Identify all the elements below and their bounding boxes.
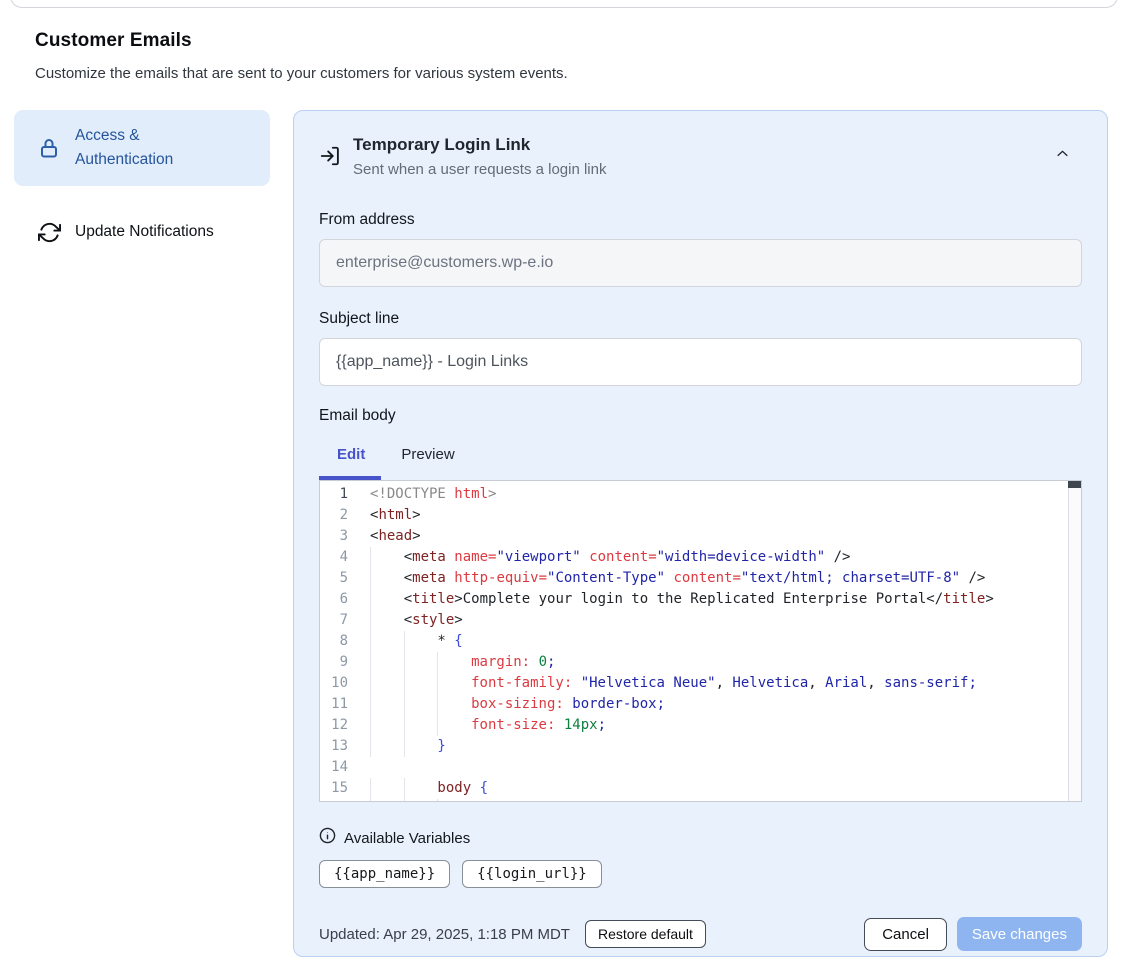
indent-guide	[370, 715, 404, 736]
line-number: 5	[320, 568, 348, 589]
subject-line-input[interactable]	[319, 338, 1082, 386]
indent-guide	[437, 673, 471, 694]
indent-guide	[404, 799, 438, 802]
indent-guide	[404, 694, 438, 715]
indent-guide	[370, 589, 404, 610]
page-subtitle: Customize the emails that are sent to yo…	[35, 65, 568, 82]
indent-guide	[370, 694, 404, 715]
tab-preview[interactable]: Preview	[383, 442, 472, 476]
code-line[interactable]: 10font-family: "Helvetica Neue", Helveti…	[320, 673, 1081, 694]
tab-edit[interactable]: Edit	[319, 442, 383, 476]
code-line[interactable]: 8* {	[320, 631, 1081, 652]
line-number: 12	[320, 715, 348, 736]
code-line[interactable]: 9margin: 0;	[320, 652, 1081, 673]
line-number: 1	[320, 484, 348, 505]
sidebar-item-update-notifications[interactable]: Update Notifications	[14, 206, 270, 258]
editor-scrollbar[interactable]	[1068, 481, 1081, 801]
code-line[interactable]: 2<html>	[320, 505, 1081, 526]
previous-card-bottom-edge	[10, 0, 1118, 8]
panel-header: Temporary Login Link Sent when a user re…	[319, 135, 1082, 178]
line-number: 16	[320, 799, 348, 802]
page-title: Customer Emails	[35, 30, 568, 52]
code-line[interactable]: 13}	[320, 736, 1081, 757]
line-number: 7	[320, 610, 348, 631]
indent-guide	[437, 799, 471, 802]
code-line[interactable]: 16background-color: #f6f6f6;	[320, 799, 1081, 802]
variable-chip[interactable]: {{login_url}}	[462, 860, 602, 888]
updated-timestamp: Updated: Apr 29, 2025, 1:18 PM MDT	[319, 926, 570, 943]
line-number: 8	[320, 631, 348, 652]
indent-guide	[404, 736, 438, 757]
line-number: 6	[320, 589, 348, 610]
line-number: 13	[320, 736, 348, 757]
editor-tabs: EditPreview	[319, 442, 1082, 476]
from-address-input[interactable]	[319, 239, 1082, 287]
refresh-icon	[37, 220, 61, 244]
variable-chips: {{app_name}} {{login_url}}	[319, 860, 1082, 888]
scrollbar-thumb[interactable]	[1068, 481, 1081, 488]
indent-guide	[370, 652, 404, 673]
sidebar: Access & Authentication Update Notificati…	[14, 110, 270, 258]
indent-guide	[404, 631, 438, 652]
cancel-button[interactable]: Cancel	[864, 918, 947, 951]
available-variables-label: Available Variables	[344, 830, 470, 847]
indent-guide	[370, 778, 404, 799]
line-number: 4	[320, 547, 348, 568]
code-line[interactable]: 1<!DOCTYPE html>	[320, 484, 1081, 505]
email-body-label: Email body	[319, 407, 1082, 425]
restore-default-button[interactable]: Restore default	[585, 920, 706, 948]
sidebar-item-access-authentication[interactable]: Access & Authentication	[14, 110, 270, 186]
code-editor[interactable]: 1<!DOCTYPE html>2<html>3<head>4<meta nam…	[319, 480, 1082, 802]
code-line[interactable]: 3<head>	[320, 526, 1081, 547]
indent-guide	[437, 715, 471, 736]
panel-footer: Updated: Apr 29, 2025, 1:18 PM MDT Resto…	[319, 917, 1082, 951]
code-line[interactable]: 4<meta name="viewport" content="width=de…	[320, 547, 1081, 568]
line-number: 3	[320, 526, 348, 547]
code-line[interactable]: 15body {	[320, 778, 1081, 799]
page-header: Customer Emails Customize the emails tha…	[35, 30, 568, 82]
line-number: 2	[320, 505, 348, 526]
available-variables-row: Available Variables	[319, 827, 1082, 849]
indent-guide	[437, 652, 471, 673]
info-icon	[319, 827, 336, 849]
sidebar-item-label: Access & Authentication	[75, 124, 201, 172]
line-number: 11	[320, 694, 348, 715]
indent-guide	[370, 673, 404, 694]
code-line[interactable]: 11box-sizing: border-box;	[320, 694, 1081, 715]
indent-guide	[437, 694, 471, 715]
indent-guide	[370, 799, 404, 802]
section-subtitle: Sent when a user requests a login link	[353, 161, 606, 178]
indent-guide	[404, 673, 438, 694]
indent-guide	[370, 547, 404, 568]
subject-line-label: Subject line	[319, 310, 1082, 328]
indent-guide	[370, 736, 404, 757]
code-line[interactable]: 6<title>Complete your login to the Repli…	[320, 589, 1081, 610]
code-line[interactable]: 5<meta http-equiv="Content-Type" content…	[320, 568, 1081, 589]
variable-chip[interactable]: {{app_name}}	[319, 860, 450, 888]
email-settings-panel: Temporary Login Link Sent when a user re…	[293, 110, 1108, 957]
chevron-up-icon	[1055, 146, 1070, 164]
code-line[interactable]: 14	[320, 757, 1081, 778]
line-number: 10	[320, 673, 348, 694]
indent-guide	[404, 652, 438, 673]
save-changes-button[interactable]: Save changes	[957, 917, 1082, 951]
line-number: 9	[320, 652, 348, 673]
indent-guide	[404, 778, 438, 799]
collapse-section-button[interactable]	[1050, 143, 1074, 167]
code-line[interactable]: 7<style>	[320, 610, 1081, 631]
line-number: 15	[320, 778, 348, 799]
lock-icon	[37, 136, 61, 160]
indent-guide	[370, 568, 404, 589]
login-icon	[319, 145, 341, 167]
indent-guide	[370, 610, 404, 631]
from-address-label: From address	[319, 211, 1082, 229]
line-number: 14	[320, 757, 348, 778]
sidebar-item-label: Update Notifications	[75, 220, 214, 244]
indent-guide	[370, 631, 404, 652]
code-line[interactable]: 12font-size: 14px;	[320, 715, 1081, 736]
indent-guide	[404, 715, 438, 736]
section-title: Temporary Login Link	[353, 135, 606, 155]
